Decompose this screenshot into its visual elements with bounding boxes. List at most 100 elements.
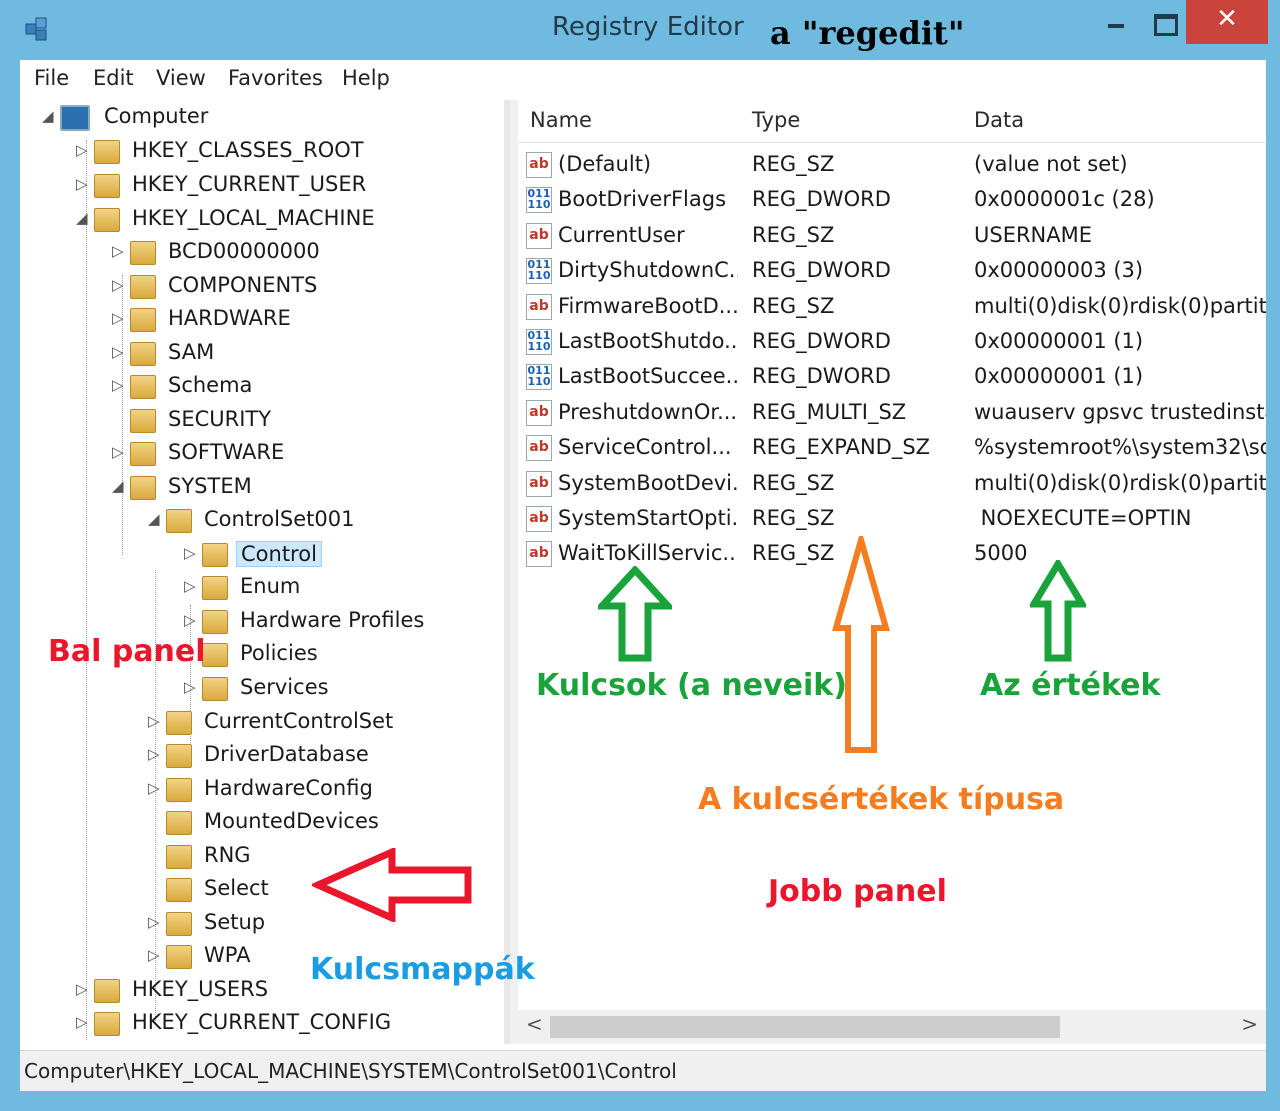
scrollbar-thumb[interactable] bbox=[550, 1016, 1060, 1038]
value-row[interactable]: ab SystemBootDevi... REG_SZ multi(0)disk(0)… bbox=[518, 467, 1266, 502]
value-row[interactable]: ab CurrentUser REG_SZ USERNAME bbox=[518, 219, 1266, 254]
green-up-arrow-icon bbox=[598, 566, 672, 662]
expand-arrow-icon[interactable]: ▷ bbox=[76, 980, 90, 998]
string-value-icon: ab bbox=[526, 470, 552, 497]
value-data: 0x00000001 (1) bbox=[974, 364, 1144, 389]
menu-help[interactable]: Help bbox=[342, 66, 390, 90]
value-name: SystemBootDevi... bbox=[558, 470, 738, 495]
expand-arrow-icon[interactable]: ▷ bbox=[148, 779, 162, 797]
value-data: 0x0000001c (28) bbox=[974, 187, 1155, 212]
expand-arrow-icon[interactable]: ▷ bbox=[184, 577, 198, 595]
folder-icon bbox=[166, 509, 192, 533]
panel-splitter[interactable] bbox=[510, 100, 518, 1044]
collapse-arrow-icon[interactable]: ◢ bbox=[76, 209, 90, 227]
value-row[interactable]: 011 110 BootDriverFlags REG_DWORD 0x0000001… bbox=[518, 183, 1266, 218]
menu-view[interactable]: View bbox=[156, 66, 206, 90]
expand-arrow-icon[interactable]: ▷ bbox=[184, 544, 198, 562]
folder-icon bbox=[94, 1012, 120, 1036]
value-row[interactable]: ab PreshutdownOr... REG_MULTI_SZ wuauserv g… bbox=[518, 396, 1266, 431]
folder-icon bbox=[166, 945, 192, 969]
expand-arrow-icon[interactable]: ▷ bbox=[112, 242, 126, 260]
value-row[interactable]: 011 110 LastBootSuccee... REG_DWORD 0x00000… bbox=[518, 360, 1266, 395]
close-button[interactable]: ✕ bbox=[1186, 0, 1268, 44]
registry-editor-icon bbox=[25, 17, 47, 41]
value-row[interactable]: 011 110 LastBootShutdo... REG_DWORD 0x00000… bbox=[518, 325, 1266, 360]
tree-item-label: Policies bbox=[240, 641, 318, 665]
value-type: REG_MULTI_SZ bbox=[752, 399, 907, 424]
expand-arrow-icon[interactable]: ▷ bbox=[148, 946, 162, 964]
value-row[interactable]: ab (Default) REG_SZ (value not set) bbox=[518, 148, 1266, 183]
tree-item-label: SAM bbox=[168, 340, 215, 364]
expand-arrow-icon[interactable]: ▷ bbox=[184, 611, 198, 629]
scroll-right-icon[interactable]: > bbox=[1241, 1012, 1258, 1036]
expand-arrow-icon[interactable]: ▷ bbox=[184, 678, 198, 696]
value-type: REG_SZ bbox=[752, 293, 835, 318]
collapse-arrow-icon[interactable]: ◢ bbox=[148, 510, 162, 528]
header-divider bbox=[518, 142, 1266, 143]
orange-up-arrow-icon bbox=[832, 536, 890, 753]
tree-item-label: Services bbox=[240, 675, 329, 699]
value-type: REG_EXPAND_SZ bbox=[752, 435, 931, 460]
expand-arrow-icon[interactable]: ▷ bbox=[112, 376, 126, 394]
value-data: NOEXECUTE=OPTIN bbox=[974, 506, 1192, 530]
tree-item-label: HARDWARE bbox=[168, 306, 291, 330]
tree-item-label: Computer bbox=[104, 104, 209, 128]
annotation-key-folders: Kulcsmappák bbox=[310, 952, 535, 987]
value-row[interactable]: ab FirmwareBootD... REG_SZ multi(0)disk(0)r… bbox=[518, 290, 1266, 325]
value-type: REG_DWORD bbox=[752, 364, 891, 389]
expand-arrow-icon[interactable]: ▷ bbox=[112, 343, 126, 361]
value-data: 0x00000001 (1) bbox=[974, 329, 1144, 353]
status-bar: Computer\HKEY_LOCAL_MACHINE\SYSTEM\Contr… bbox=[20, 1050, 1266, 1091]
expand-arrow-icon[interactable]: ▷ bbox=[148, 745, 162, 763]
folder-icon bbox=[166, 711, 192, 735]
value-name: DirtyShutdownC... bbox=[558, 258, 738, 283]
menu-edit[interactable]: Edit bbox=[93, 66, 134, 90]
expand-arrow-icon[interactable]: ▷ bbox=[112, 276, 126, 294]
column-header-type[interactable]: Type bbox=[740, 100, 963, 142]
tree-item-label: SECURITY bbox=[168, 407, 272, 431]
column-header-data[interactable]: Data bbox=[962, 100, 1266, 142]
folder-icon bbox=[202, 543, 228, 567]
horizontal-scrollbar[interactable]: < > bbox=[518, 1010, 1266, 1044]
tree-item-label: Control bbox=[236, 541, 322, 567]
expand-arrow-icon[interactable]: ▷ bbox=[112, 309, 126, 327]
tree-item-label: WPA bbox=[204, 943, 251, 967]
value-data: 0x00000003 (3) bbox=[974, 258, 1144, 283]
status-path: Computer\HKEY_LOCAL_MACHINE\SYSTEM\Contr… bbox=[24, 1059, 677, 1083]
maximize-button[interactable] bbox=[1142, 0, 1186, 44]
expand-arrow-icon[interactable]: ▷ bbox=[148, 712, 162, 730]
value-data: %systemroot%\system32\sce bbox=[974, 435, 1266, 460]
tree-item-label: Hardware Profiles bbox=[240, 608, 425, 632]
value-row[interactable]: 011 110 DirtyShutdownC... REG_DWORD 0x00000… bbox=[518, 254, 1266, 289]
folder-icon bbox=[130, 308, 156, 332]
expand-arrow-icon[interactable]: ▷ bbox=[148, 913, 162, 931]
folder-icon bbox=[94, 208, 120, 232]
scroll-left-icon[interactable]: < bbox=[526, 1012, 543, 1036]
annotation-key-names: Kulcsok (a neveik) bbox=[536, 668, 847, 703]
value-row[interactable]: ab SystemStartOpti... REG_SZ NOEXECUTE=OPT… bbox=[518, 502, 1266, 537]
menu-file[interactable]: File bbox=[34, 66, 69, 90]
menu-favorites[interactable]: Favorites bbox=[228, 66, 323, 90]
tree-item-label: HKEY_CURRENT_CONFIG bbox=[132, 1010, 392, 1034]
annotation-right-panel: Jobb panel bbox=[768, 874, 947, 909]
collapse-arrow-icon[interactable]: ◢ bbox=[42, 107, 56, 125]
folder-icon bbox=[94, 140, 120, 164]
string-value-icon: ab bbox=[526, 293, 552, 320]
expand-arrow-icon[interactable]: ▷ bbox=[112, 443, 126, 461]
tree-guide bbox=[86, 140, 87, 1040]
folder-icon bbox=[130, 476, 156, 500]
annotation-left-panel: Bal panel bbox=[48, 634, 206, 669]
collapse-arrow-icon[interactable]: ◢ bbox=[112, 477, 126, 495]
minimize-button[interactable] bbox=[1090, 0, 1142, 44]
value-row[interactable]: ab ServiceControl... REG_EXPAND_SZ %systemr… bbox=[518, 431, 1266, 466]
title-bar[interactable]: Registry Editor a "regedit" ✕ bbox=[0, 0, 1280, 60]
tree-item-label: HardwareConfig bbox=[204, 776, 373, 800]
tree-item-label: Setup bbox=[204, 910, 266, 934]
expand-arrow-icon[interactable]: ▷ bbox=[76, 175, 90, 193]
tree-item-label: COMPONENTS bbox=[168, 273, 318, 297]
tree-item-label: SOFTWARE bbox=[168, 440, 285, 464]
expand-arrow-icon[interactable]: ▷ bbox=[76, 141, 90, 159]
string-value-icon: ab bbox=[526, 399, 552, 426]
expand-arrow-icon[interactable]: ▷ bbox=[76, 1013, 90, 1031]
column-header-name[interactable]: Name bbox=[518, 100, 741, 142]
